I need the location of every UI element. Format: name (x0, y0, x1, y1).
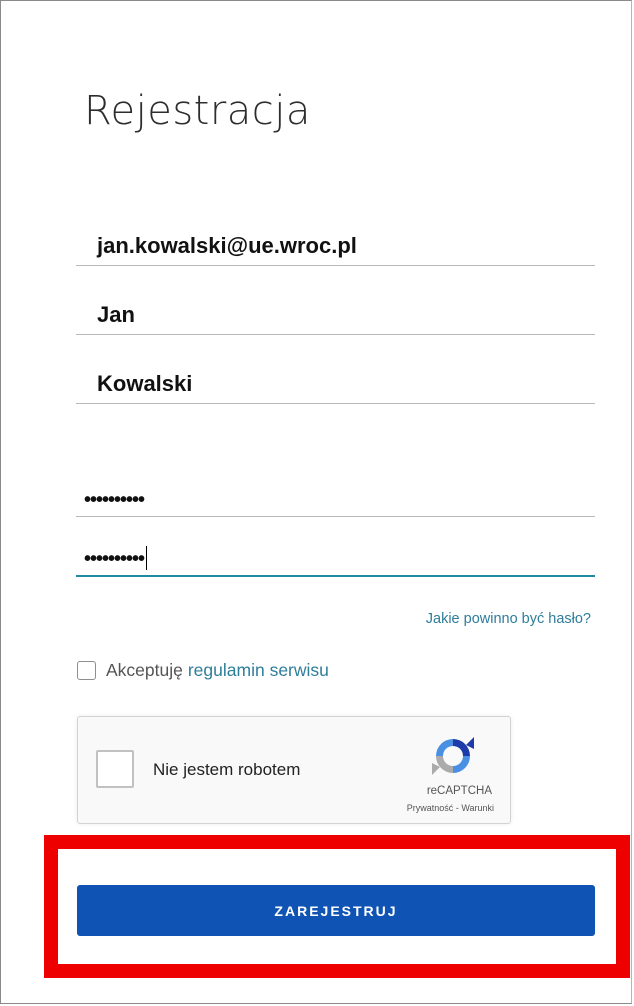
recaptcha-checkbox[interactable] (96, 750, 134, 788)
recaptcha-label: Nie jestem robotem (153, 760, 301, 779)
password-value: •••••••••• (84, 489, 145, 511)
highlight-box (44, 835, 630, 978)
terms-checkbox[interactable] (77, 661, 96, 680)
password-confirm-field[interactable]: •••••••••• (76, 531, 595, 577)
email-value: jan.kowalski@ue.wroc.pl (97, 233, 357, 258)
recaptcha-terms-link[interactable]: Warunki (461, 803, 494, 813)
email-field[interactable]: jan.kowalski@ue.wroc.pl (76, 221, 595, 266)
recaptcha-widget: Nie jestem robotem reCAPTCHA Prywatność … (77, 716, 511, 824)
password-confirm-text: •••••••••• (84, 548, 145, 570)
last-name-value: Kowalski (97, 371, 193, 396)
terms-label: Akceptuję (106, 660, 183, 680)
recaptcha-links: Prywatność - Warunki (407, 803, 494, 813)
password-hint-link[interactable]: Jakie powinno być hasło? (426, 611, 591, 627)
recaptcha-privacy-link[interactable]: Prywatność (407, 803, 454, 813)
recaptcha-logo-icon (432, 737, 474, 775)
text-caret (146, 546, 148, 570)
terms-link[interactable]: regulamin serwisu (188, 660, 329, 681)
terms-row: Akceptuję regulamin serwisu (77, 660, 329, 681)
recaptcha-brand: reCAPTCHA (426, 785, 492, 797)
last-name-field[interactable]: Kowalski (76, 359, 595, 404)
password-field[interactable]: •••••••••• (76, 471, 595, 517)
password-confirm-value: •••••••••• (84, 546, 148, 571)
first-name-value: Jan (97, 302, 135, 327)
page-title: Rejestracja (84, 88, 311, 134)
first-name-field[interactable]: Jan (76, 290, 595, 335)
